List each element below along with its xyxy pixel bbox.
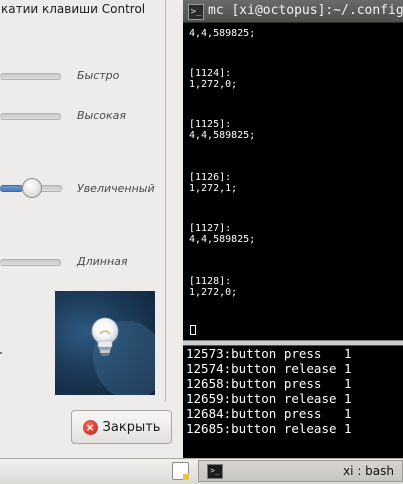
xev-line: 12573:button press 1: [186, 346, 352, 361]
terminal-icon: >_: [207, 464, 223, 479]
separator-dot: [0, 352, 2, 354]
mouse-preferences-dialog: катии клавиши Control Быстро Высокая Уве…: [0, 0, 182, 458]
mc-output-pane[interactable]: 4,4,589825; [1124]: 1,272,0; [1125]: 4,4…: [187, 24, 403, 339]
document-icon[interactable]: [172, 462, 189, 480]
mc-line: [1124]:: [189, 68, 232, 79]
xev-line: 12658:button press 1: [186, 376, 352, 391]
xev-output-pane[interactable]: 12573:button press 1 12574:button releas…: [183, 346, 403, 458]
timeout-slider-label: Длинная: [77, 255, 128, 268]
lightbulb-icon: [91, 317, 119, 356]
acceleration-slider[interactable]: [0, 73, 61, 80]
terminal-cursor: [190, 325, 196, 335]
terminal-title: mc [xi@octopus]:~/.config: [208, 3, 403, 18]
taskbar-terminal-button[interactable]: >_ xi : bash: [198, 460, 403, 482]
size-slider-knob[interactable]: [22, 178, 42, 198]
double-click-ctrl-label: катии клавиши Control: [1, 2, 146, 16]
terminal-title-bar[interactable]: >_ mc [xi@octopus]:~/.config: [183, 0, 403, 23]
size-slider-fill: [0, 185, 23, 192]
close-button-label: Закрыть: [102, 419, 161, 435]
sensitivity-slider[interactable]: [0, 113, 61, 120]
double-click-test-area[interactable]: [55, 291, 155, 395]
mc-line: 4,4,589825;: [189, 130, 256, 141]
close-icon: ×: [82, 419, 98, 435]
document-fold: [183, 474, 189, 480]
mc-line: 4,4,589825;: [189, 28, 256, 39]
mc-line: 4,4,589825;: [189, 234, 256, 245]
bottom-panel: >_ xi : bash: [0, 458, 403, 484]
mc-line: [1126]:: [189, 172, 232, 183]
mc-line: [1125]:: [189, 119, 232, 130]
size-slider-label: Увеличенный: [77, 182, 155, 195]
xev-line: 12574:button release 1: [186, 361, 352, 376]
xev-line: 12684:button press 1: [186, 406, 352, 421]
close-button[interactable]: × Закрыть: [71, 410, 172, 444]
timeout-slider[interactable]: [0, 259, 61, 266]
mc-line: 1,272,0;: [189, 79, 238, 90]
mc-line: 1,272,1;: [189, 183, 238, 194]
terminal-icon: >_: [188, 4, 204, 20]
sensitivity-slider-label: Высокая: [77, 109, 127, 122]
mc-line: [1127]:: [189, 223, 232, 234]
terminal-window: >_ mc [xi@octopus]:~/.config 4,4,589825;…: [183, 0, 403, 458]
taskbar-label: xi : bash: [343, 464, 394, 478]
mc-line: [1128]:: [189, 276, 232, 287]
xev-line: 12659:button release 1: [186, 391, 352, 406]
acceleration-slider-label: Быстро: [77, 69, 120, 82]
xev-line: 12685:button release 1: [186, 421, 352, 436]
mc-line: 1,272,0;: [189, 287, 238, 298]
